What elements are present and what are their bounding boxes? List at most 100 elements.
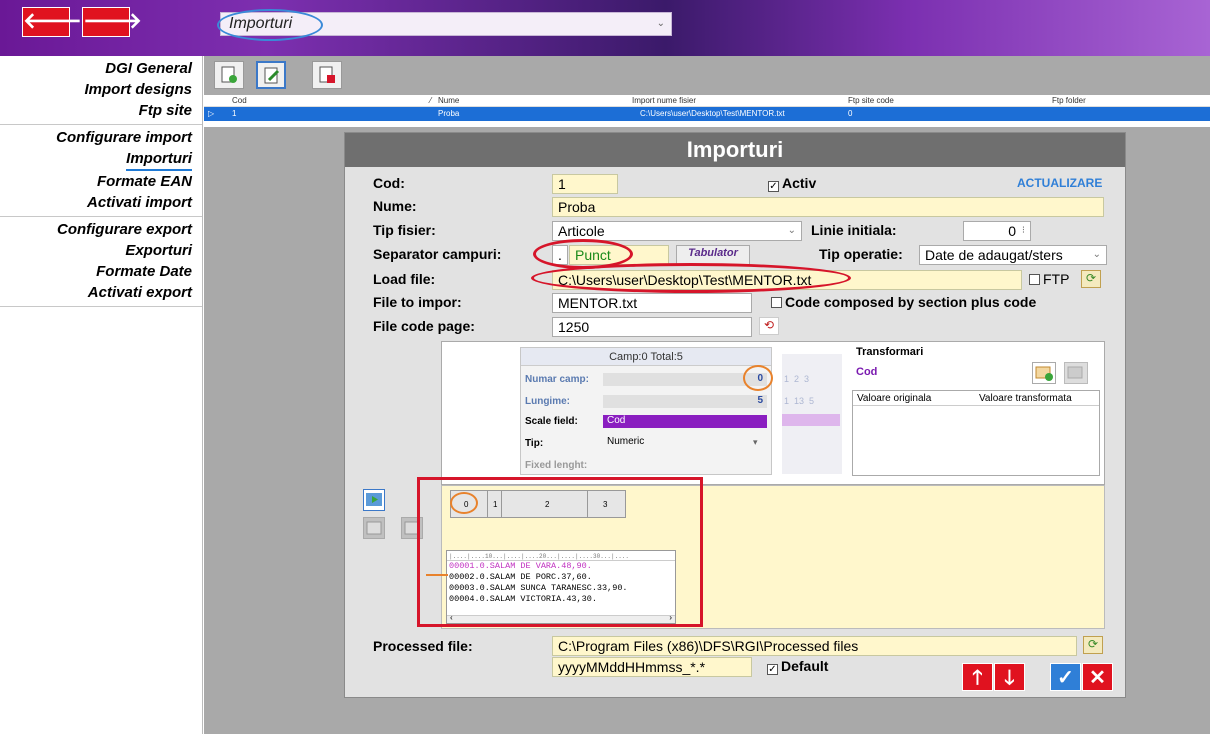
chevron-down-icon: ⌄ [787,225,796,236]
ghost-columns: 1 2 3 1 13 5 [782,354,842,474]
arrow-left-icon: 🡐 [23,8,82,33]
grid-header: Cod ⁄ Nume Import nume fisier Ftp site c… [204,95,1210,107]
actualizare-link[interactable]: ACTUALIZARE [1017,176,1102,190]
col-cod[interactable]: Cod [232,96,247,105]
add-column-button[interactable] [363,517,385,539]
back-button[interactable]: 🡐 [22,7,82,37]
top-bar: 🡐 🡒 Importuri ⌄ [0,0,1210,56]
move-up-button[interactable]: 🡑 [962,663,993,691]
ok-button[interactable]: ✓ [1050,663,1081,691]
default-checkbox[interactable]: ✓ Default [767,658,828,675]
menu-group-general: DGI General Import designs Ftp site [0,56,202,125]
arrow-down-icon: 🡓 [1004,667,1015,689]
chevron-down-icon: ⌄ [1092,249,1101,260]
preview-button[interactable] [363,489,385,511]
tip-fisier-select[interactable]: Articole ⌄ [552,221,802,241]
browse-folder-icon[interactable]: ⟳ [1083,636,1103,654]
col-ftp-site-code[interactable]: Ftp site code [848,96,894,105]
delete-button[interactable] [312,61,342,89]
tip-operatie-select[interactable]: Date de adaugat/sters ⌄ [919,245,1107,265]
linie-initiala-label: Linie initiala: [811,222,897,238]
forward-button[interactable]: 🡒 [82,7,142,37]
menu-item-dgi-general[interactable]: DGI General [0,58,192,79]
add-column-icon [366,521,382,535]
arrow-up-icon: 🡑 [972,667,983,689]
code-composed-label: Code composed by section plus code [785,294,1037,310]
cell-cod: 1 [232,109,237,118]
chevron-down-icon: ⌄ [656,18,665,29]
processed-file-label: Processed file: [373,638,473,654]
menu-item-activati-export[interactable]: Activati export [0,282,192,303]
menu-item-exporturi[interactable]: Exporturi [0,240,192,261]
ftp-checkbox[interactable]: FTP [1029,271,1069,287]
menu-item-importuri[interactable]: Importuri [126,148,192,171]
menu-item-import-designs[interactable]: Import designs [0,79,192,100]
chevron-down-icon: ▾ [753,437,758,447]
edit-button[interactable] [256,61,286,89]
move-down-button[interactable]: 🡓 [994,663,1025,691]
refresh-icon[interactable]: ⟲ [759,317,779,335]
camp-popup: Camp:0 Total:5 Numar camp: 0 Lungime: 5 … [520,347,773,475]
activ-label: Activ [782,175,817,191]
toolbar [204,56,1210,94]
col-ftp-folder[interactable]: Ftp folder [1052,96,1086,105]
col-valoare-transformata[interactable]: Valoare transformata [979,393,1072,404]
code-page-field[interactable]: 1250 [552,317,752,337]
tip-operatie-value: Date de adaugat/sters [925,247,1063,263]
tabulator-button[interactable]: Tabulator [676,245,750,265]
processed-file-field[interactable]: C:\Program Files (x86)\DFS\RGI\Processed… [552,636,1077,656]
importuri-dialog: Importuri Cod: 1 ✓ Activ ACTUALIZARE Nume… [344,132,1126,698]
menu-group-export: Configurare export Exporturi Formate Dat… [0,217,202,307]
dialog-title: Importuri [345,133,1125,167]
add-grid-icon [1035,366,1053,381]
checkbox-icon: ✓ [768,181,779,192]
col-import-nume-fisier[interactable]: Import nume fisier [632,96,696,105]
col-nume[interactable]: Nume [438,96,459,105]
cod-label: Cod: [373,175,405,191]
nume-field[interactable]: Proba [552,197,1104,217]
default-label: Default [781,658,829,674]
file-to-import-field[interactable]: MENTOR.txt [552,293,752,313]
linie-initiala-value: 0 [1008,223,1016,239]
separator-label: Separator campuri: [373,246,502,262]
cod-field[interactable]: 1 [552,174,618,194]
cell-import-file: C:\Users\user\Desktop\Test\MENTOR.txt [640,109,785,118]
code-composed-checkbox[interactable]: Code composed by section plus code [771,294,1036,310]
lungime-label: Lungime: [525,396,570,407]
menu-item-formate-ean[interactable]: Formate EAN [0,171,192,192]
highlight-ellipse [217,9,323,41]
checkbox-icon: ✓ [767,664,778,675]
checkbox-icon [1029,274,1040,285]
menu-item-configurare-import[interactable]: Configurare import [0,127,192,148]
browse-folder-icon[interactable]: ⟳ [1081,270,1101,288]
highlight-ellipse [531,263,851,293]
activ-checkbox[interactable]: ✓ Activ [768,175,816,192]
scale-field-select[interactable]: Cod [603,415,767,428]
lungime-value[interactable]: 5 [603,395,767,408]
menu-item-activati-import[interactable]: Activati import [0,192,192,213]
ghost-nums: 1 13 5 [784,396,815,406]
table-row[interactable]: ▷ 1 Proba C:\Users\user\Desktop\Test\MEN… [204,107,1210,121]
date-format-field[interactable]: yyyyMMddHHmmss_*.* [552,657,752,677]
linie-initiala-stepper[interactable]: 0 ⁝ [963,221,1031,241]
transformari-field: Cod [856,366,878,378]
menu-item-formate-date[interactable]: Formate Date [0,261,192,282]
remove-transform-button[interactable] [1064,362,1088,384]
delete-document-icon [319,66,335,83]
add-transform-button[interactable] [1032,362,1056,384]
numar-camp-label: Numar camp: [525,374,589,385]
sort-icon: ⁄ [430,96,432,105]
cell-nume: Proba [438,109,460,118]
col-valoare-originala[interactable]: Valoare originala [857,393,931,404]
highlight-ellipse [743,365,773,391]
code-page-label: File code page: [373,318,475,334]
cancel-button[interactable]: ✕ [1082,663,1113,691]
menu-item-configurare-export[interactable]: Configurare export [0,219,192,240]
scale-field-label: Scale field: [525,416,578,427]
menu-item-ftp-site[interactable]: Ftp site [0,100,192,121]
edit-document-icon [264,67,280,84]
ftp-label: FTP [1043,271,1070,287]
tip-select[interactable]: Numeric [603,436,753,449]
cell-ftp-site-code: 0 [848,109,853,118]
add-button[interactable] [214,61,244,89]
